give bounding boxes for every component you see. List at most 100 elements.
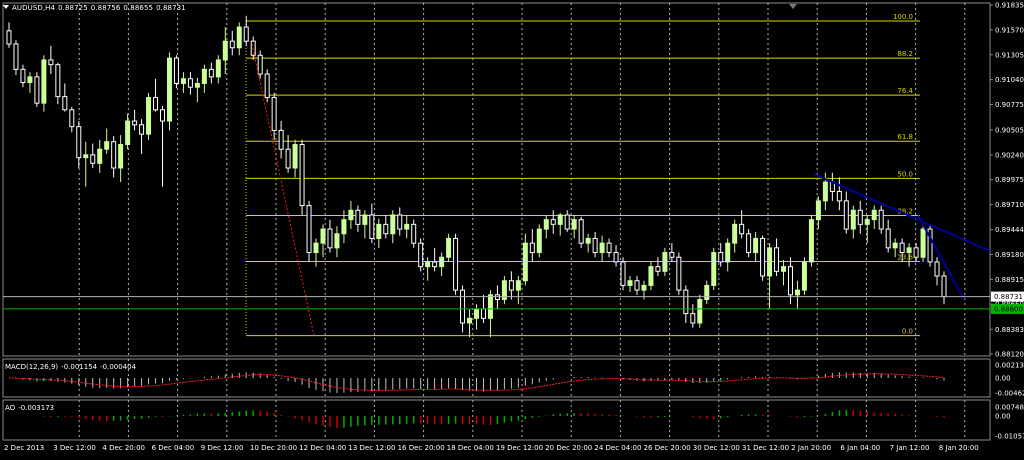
main-panel-frame [2,2,991,357]
candle-body [222,40,228,61]
candle-body [913,247,919,258]
price-tick-label: 0.89710 [995,201,1024,209]
candle-body [104,141,110,150]
candle-body [292,144,298,169]
candle-body [760,237,766,277]
candle-body [683,289,689,315]
ao-axis-label: -0.010571 [995,433,1024,441]
candle-body [397,214,403,230]
candle-body [599,242,605,254]
candle-body [271,97,277,131]
price-tick-label: 0.91040 [995,76,1024,84]
fib-level-label: 88.2 [897,50,913,58]
time-tick-label: 31 Dec 12:00 [742,444,789,452]
time-tick-label: 18 Dec 04:00 [447,444,494,452]
candle-body [808,219,814,263]
candle-body [376,223,382,239]
candle-body [362,214,368,225]
candle-body [836,190,842,202]
price-tick-label: 0.89444 [995,226,1024,234]
candle-body [76,126,82,159]
candle-body [774,247,780,272]
candle-body [690,313,696,324]
candle-body [118,144,124,169]
candle-body [243,26,249,42]
price-tick-label: 0.89180 [995,251,1024,259]
candle-body [355,209,361,225]
candle-body [536,228,542,254]
candle-body [146,97,152,135]
candle-body [460,289,466,324]
candle-body [864,219,870,225]
candle-body [585,237,591,244]
candle-body [787,266,793,296]
price-tick-label: 0.91305 [995,51,1024,59]
candle-body [369,214,375,239]
candle-body [20,68,26,84]
ohlc-high: 0.88756 [90,4,121,12]
candle-body [278,129,284,150]
candle-body [194,82,200,88]
price-tick-label: 0.90240 [995,151,1024,159]
candle-body [711,252,717,286]
candle-body [515,280,521,291]
price-tick-label: 0.88915 [995,276,1024,284]
fib-level-label: 61.8 [897,133,913,141]
fib-level-label: 100.0 [893,13,913,21]
candle-body [13,43,19,70]
candle-body [850,209,856,230]
fib-level-label: 0.0 [902,328,913,336]
fib-level-label: 50.0 [897,170,913,178]
candle-body [404,223,410,230]
time-tick-label: 6 Jan 04:00 [840,444,880,452]
candle-body [411,223,417,244]
dropdown-triangle-icon[interactable] [3,5,9,9]
candle-body [160,109,166,122]
candle-body [201,68,207,84]
price-tick-label: 0.90775 [995,101,1024,109]
candle-body [892,242,898,249]
candle-body [432,261,438,268]
candle-body [327,228,333,249]
candle-body [662,252,668,272]
candle-body [153,97,159,111]
candle-body [767,247,773,277]
candle-body [578,219,584,244]
candle-body [439,256,445,268]
candle-body [878,209,884,230]
candle-body [781,266,787,272]
candle-body [885,228,891,249]
candle-body [725,242,731,263]
candle-body [627,280,633,286]
candle-body [264,73,270,99]
candle-body [529,242,535,254]
chart-window[interactable]: 100.0 88.2 76.4 61.8 50.0 38.2 23.6 0.0 0.91835… [0,0,1024,456]
candle-body [474,308,479,319]
candle-body [906,247,912,254]
ao-value: -0.003173 [18,404,55,412]
chart-canvas[interactable]: 100.088.276.461.850.038.223.60.0 0.91835… [0,0,1024,456]
candle-body [34,76,40,104]
price-tick-label: 0.91570 [995,26,1024,34]
candle-body [815,200,821,221]
candle-body [655,266,661,272]
candle-body [334,233,340,249]
macd-name: MACD(12,26,9) [5,363,59,371]
candle-body [571,219,577,230]
candle-body [934,261,940,277]
candle-body [899,242,905,254]
candle-body [90,154,96,164]
candle-body [257,54,263,75]
candle-body [132,120,138,126]
candle-body [320,228,326,244]
ao-panel-frame [2,399,991,441]
macd-main-value: -0.001154 [61,363,98,371]
symbol-name: AUDUSD,H4 [12,4,56,12]
candle-body [718,252,724,263]
candle-body [704,284,710,301]
candle-body [676,256,682,291]
candle-body [229,40,235,49]
candle-body [494,294,500,301]
candle-body [299,144,305,207]
candle-body [111,141,117,169]
